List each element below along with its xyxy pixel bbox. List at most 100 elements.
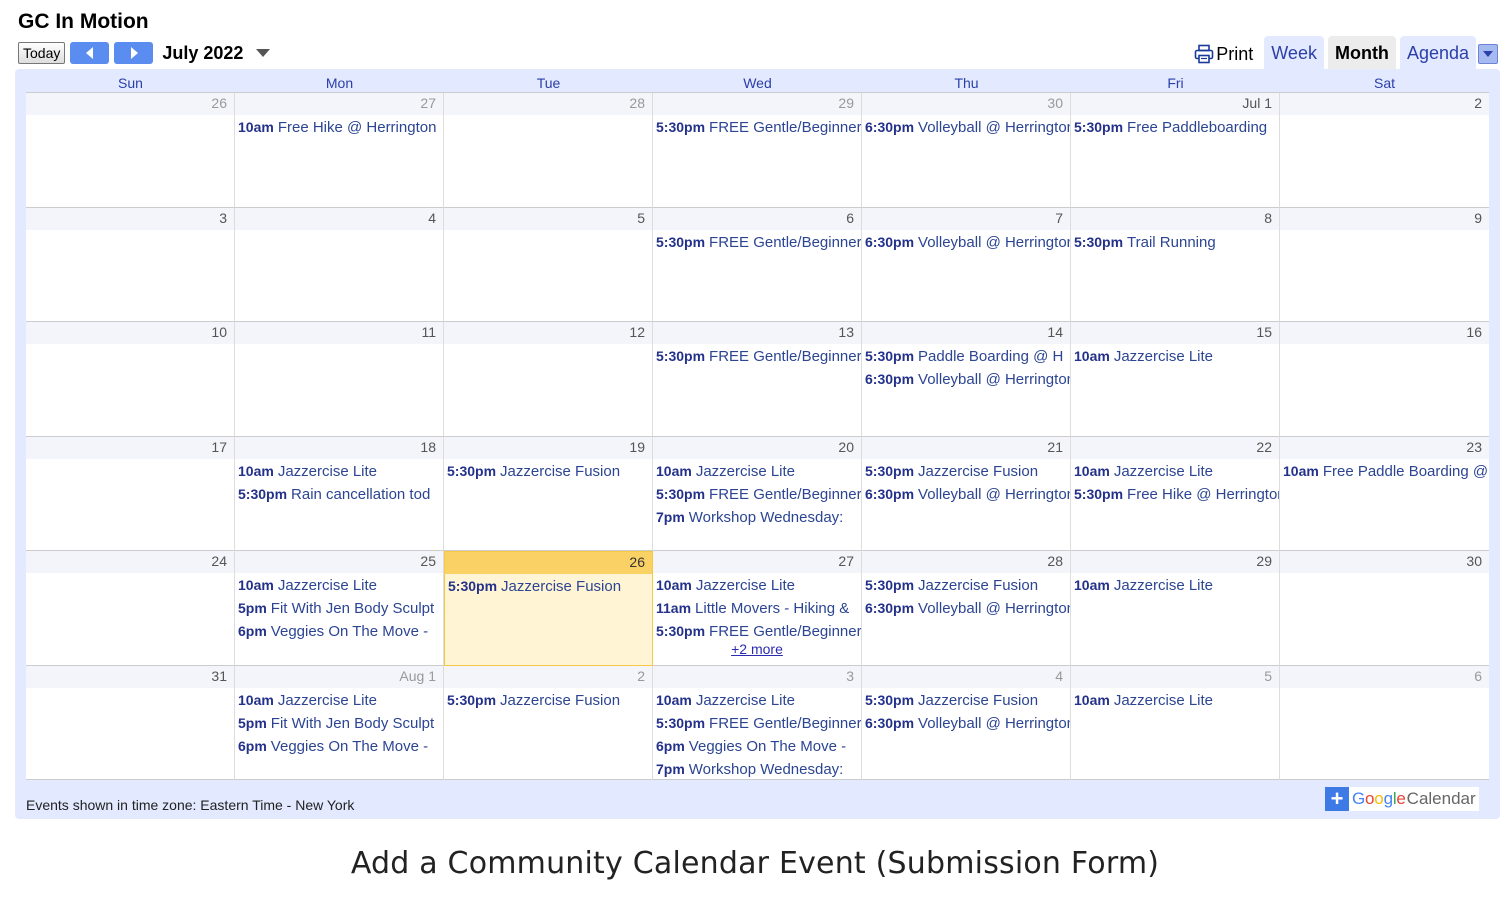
calendar-event[interactable]: 5pm Fit With Jen Body Sculpt bbox=[235, 597, 443, 620]
day-cell[interactable]: 17 bbox=[26, 436, 235, 551]
day-cell[interactable]: 11 bbox=[235, 322, 444, 437]
calendar-event[interactable]: 5:30pm FREE Gentle/Beginner bbox=[653, 620, 861, 643]
day-cell[interactable]: Aug 1 10am Jazzercise Lite 5pm Fit With Jen … bbox=[235, 665, 444, 780]
calendar-event[interactable]: 10am Jazzercise Lite bbox=[1071, 345, 1279, 368]
day-number[interactable]: 24 bbox=[26, 551, 234, 573]
day-cell[interactable]: 5 10am Jazzercise Lite bbox=[1071, 665, 1280, 780]
day-cell[interactable]: 7 6:30pm Volleyball @ Herrington bbox=[862, 207, 1071, 322]
calendar-event[interactable]: 6:30pm Volleyball @ Herrington bbox=[862, 483, 1070, 506]
day-number[interactable]: 12 bbox=[444, 322, 652, 344]
calendar-event[interactable]: 5:30pm Trail Running bbox=[1071, 231, 1279, 254]
day-cell[interactable]: 9 bbox=[1280, 207, 1489, 322]
day-number[interactable]: 26 bbox=[445, 552, 652, 574]
calendar-event[interactable]: 5:30pm Jazzercise Fusion bbox=[862, 689, 1070, 712]
day-cell[interactable]: 2 5:30pm Jazzercise Fusion bbox=[444, 665, 653, 780]
day-number[interactable]: 13 bbox=[653, 322, 861, 344]
day-cell[interactable]: 10 bbox=[26, 322, 235, 437]
day-number[interactable]: 7 bbox=[862, 207, 1070, 230]
day-number[interactable]: 30 bbox=[1280, 551, 1489, 573]
calendar-event[interactable]: 5:30pm FREE Gentle/Beginner bbox=[653, 231, 861, 254]
day-number[interactable]: 4 bbox=[235, 207, 443, 230]
previous-month-button[interactable] bbox=[70, 42, 110, 64]
calendar-event[interactable]: 6:30pm Volleyball @ Herrington bbox=[862, 368, 1070, 391]
calendar-event[interactable]: 6pm Veggies On The Move - bbox=[235, 735, 443, 758]
calendar-event[interactable]: 6pm Veggies On The Move - bbox=[653, 735, 861, 758]
tab-week[interactable]: Week bbox=[1264, 36, 1324, 70]
day-cell[interactable]: 6 bbox=[1280, 665, 1489, 780]
day-number[interactable]: 28 bbox=[444, 93, 652, 115]
calendar-event[interactable]: 5:30pm FREE Gentle/Beginner bbox=[653, 345, 861, 368]
day-number[interactable]: 2 bbox=[1280, 93, 1489, 115]
day-cell[interactable]: 14 5:30pm Paddle Boarding @ H 6:30pm Volleyb… bbox=[862, 322, 1071, 437]
day-number[interactable]: 22 bbox=[1071, 436, 1279, 459]
day-number[interactable]: 16 bbox=[1280, 322, 1489, 344]
day-number[interactable]: 30 bbox=[862, 93, 1070, 115]
day-cell[interactable]: 8 5:30pm Trail Running bbox=[1071, 207, 1280, 322]
day-cell[interactable]: 24 bbox=[26, 551, 235, 666]
calendar-event[interactable]: 5:30pm FREE Gentle/Beginner bbox=[653, 712, 861, 735]
day-cell[interactable]: 23 10am Free Paddle Boarding @ bbox=[1280, 436, 1489, 551]
day-number[interactable]: 10 bbox=[26, 322, 234, 344]
calendar-event[interactable]: 10am Jazzercise Lite bbox=[235, 574, 443, 597]
day-number[interactable]: 2 bbox=[444, 665, 652, 688]
day-number[interactable]: 27 bbox=[235, 93, 443, 115]
day-cell[interactable]: 27 10am Free Hike @ Herrington bbox=[235, 93, 444, 208]
calendar-event[interactable]: 5:30pm Jazzercise Fusion bbox=[445, 575, 652, 598]
day-number[interactable]: 28 bbox=[862, 551, 1070, 573]
day-number[interactable]: 11 bbox=[235, 322, 443, 344]
day-number[interactable]: 31 bbox=[26, 665, 234, 688]
day-number[interactable]: 18 bbox=[235, 436, 443, 459]
calendar-event[interactable]: 5:30pm Free Hike @ Herrington bbox=[1071, 483, 1279, 506]
day-cell[interactable]: 4 bbox=[235, 207, 444, 322]
calendar-event[interactable]: 6:30pm Volleyball @ Herrington bbox=[862, 116, 1070, 139]
calendar-event[interactable]: 5:30pm Free Paddleboarding bbox=[1071, 116, 1279, 139]
day-number[interactable]: 27 bbox=[653, 551, 861, 573]
day-cell[interactable]: 25 10am Jazzercise Lite 5pm Fit With Jen Bod… bbox=[235, 551, 444, 666]
day-number[interactable]: 25 bbox=[235, 551, 443, 573]
month-picker-dropdown[interactable] bbox=[255, 45, 271, 61]
calendar-event[interactable]: 6:30pm Volleyball @ Herrington bbox=[862, 597, 1070, 620]
calendar-event[interactable]: 10am Jazzercise Lite bbox=[653, 689, 861, 712]
day-cell[interactable]: 13 5:30pm FREE Gentle/Beginner bbox=[653, 322, 862, 437]
calendar-event[interactable]: 10am Jazzercise Lite bbox=[653, 574, 861, 597]
day-cell[interactable]: 15 10am Jazzercise Lite bbox=[1071, 322, 1280, 437]
day-cell[interactable]: 29 5:30pm FREE Gentle/Beginner bbox=[653, 93, 862, 208]
day-cell[interactable]: 30 bbox=[1280, 551, 1489, 666]
tab-month[interactable]: Month bbox=[1327, 36, 1396, 70]
calendar-event[interactable]: 10am Jazzercise Lite bbox=[1071, 574, 1279, 597]
day-cell[interactable]: 16 bbox=[1280, 322, 1489, 437]
day-cell[interactable]: Jul 1 5:30pm Free Paddleboarding bbox=[1071, 93, 1280, 208]
day-number[interactable]: 6 bbox=[653, 207, 861, 230]
day-number[interactable]: 5 bbox=[444, 207, 652, 230]
day-number[interactable]: Jul 1 bbox=[1071, 93, 1279, 115]
day-cell[interactable]: 3 10am Jazzercise Lite 5:30pm FREE Gentle/Be… bbox=[653, 665, 862, 780]
day-number[interactable]: 6 bbox=[1280, 665, 1489, 688]
day-number[interactable]: 14 bbox=[862, 322, 1070, 344]
calendar-event[interactable]: 5:30pm FREE Gentle/Beginner bbox=[653, 483, 861, 506]
calendar-event[interactable]: 10am Jazzercise Lite bbox=[653, 460, 861, 483]
calendar-event[interactable]: 11am Little Movers - Hiking & bbox=[653, 597, 861, 620]
today-button[interactable]: Today bbox=[18, 42, 66, 64]
calendar-event[interactable]: 5:30pm Jazzercise Fusion bbox=[444, 460, 652, 483]
calendar-event[interactable]: 7pm Workshop Wednesday: bbox=[653, 506, 861, 529]
calendar-event[interactable]: 10am Jazzercise Lite bbox=[1071, 460, 1279, 483]
day-cell[interactable]: 28 bbox=[444, 93, 653, 208]
day-cell[interactable]: 29 10am Jazzercise Lite bbox=[1071, 551, 1280, 666]
day-number[interactable]: 5 bbox=[1071, 665, 1279, 688]
day-cell[interactable]: 31 bbox=[26, 665, 235, 780]
day-cell[interactable]: 19 5:30pm Jazzercise Fusion bbox=[444, 436, 653, 551]
day-cell[interactable]: 2 bbox=[1280, 93, 1489, 208]
day-number[interactable]: Aug 1 bbox=[235, 665, 443, 688]
day-number[interactable]: 3 bbox=[653, 665, 861, 688]
more-events-link[interactable]: +2 more bbox=[653, 641, 861, 657]
tab-agenda[interactable]: Agenda bbox=[1399, 36, 1476, 70]
day-cell[interactable]: 3 bbox=[26, 207, 235, 322]
day-cell[interactable]: 6 5:30pm FREE Gentle/Beginner bbox=[653, 207, 862, 322]
day-cell[interactable]: 22 10am Jazzercise Lite 5:30pm Free Hike @ H… bbox=[1071, 436, 1280, 551]
calendar-event[interactable]: 10am Jazzercise Lite bbox=[1071, 689, 1279, 712]
calendar-event[interactable]: 6:30pm Volleyball @ Herrington bbox=[862, 712, 1070, 735]
day-cell[interactable]: 12 bbox=[444, 322, 653, 437]
day-number[interactable]: 29 bbox=[653, 93, 861, 115]
google-calendar-badge[interactable]: + Google Calendar bbox=[1325, 787, 1479, 811]
calendar-event[interactable]: 10am Free Hike @ Herrington bbox=[235, 116, 443, 139]
